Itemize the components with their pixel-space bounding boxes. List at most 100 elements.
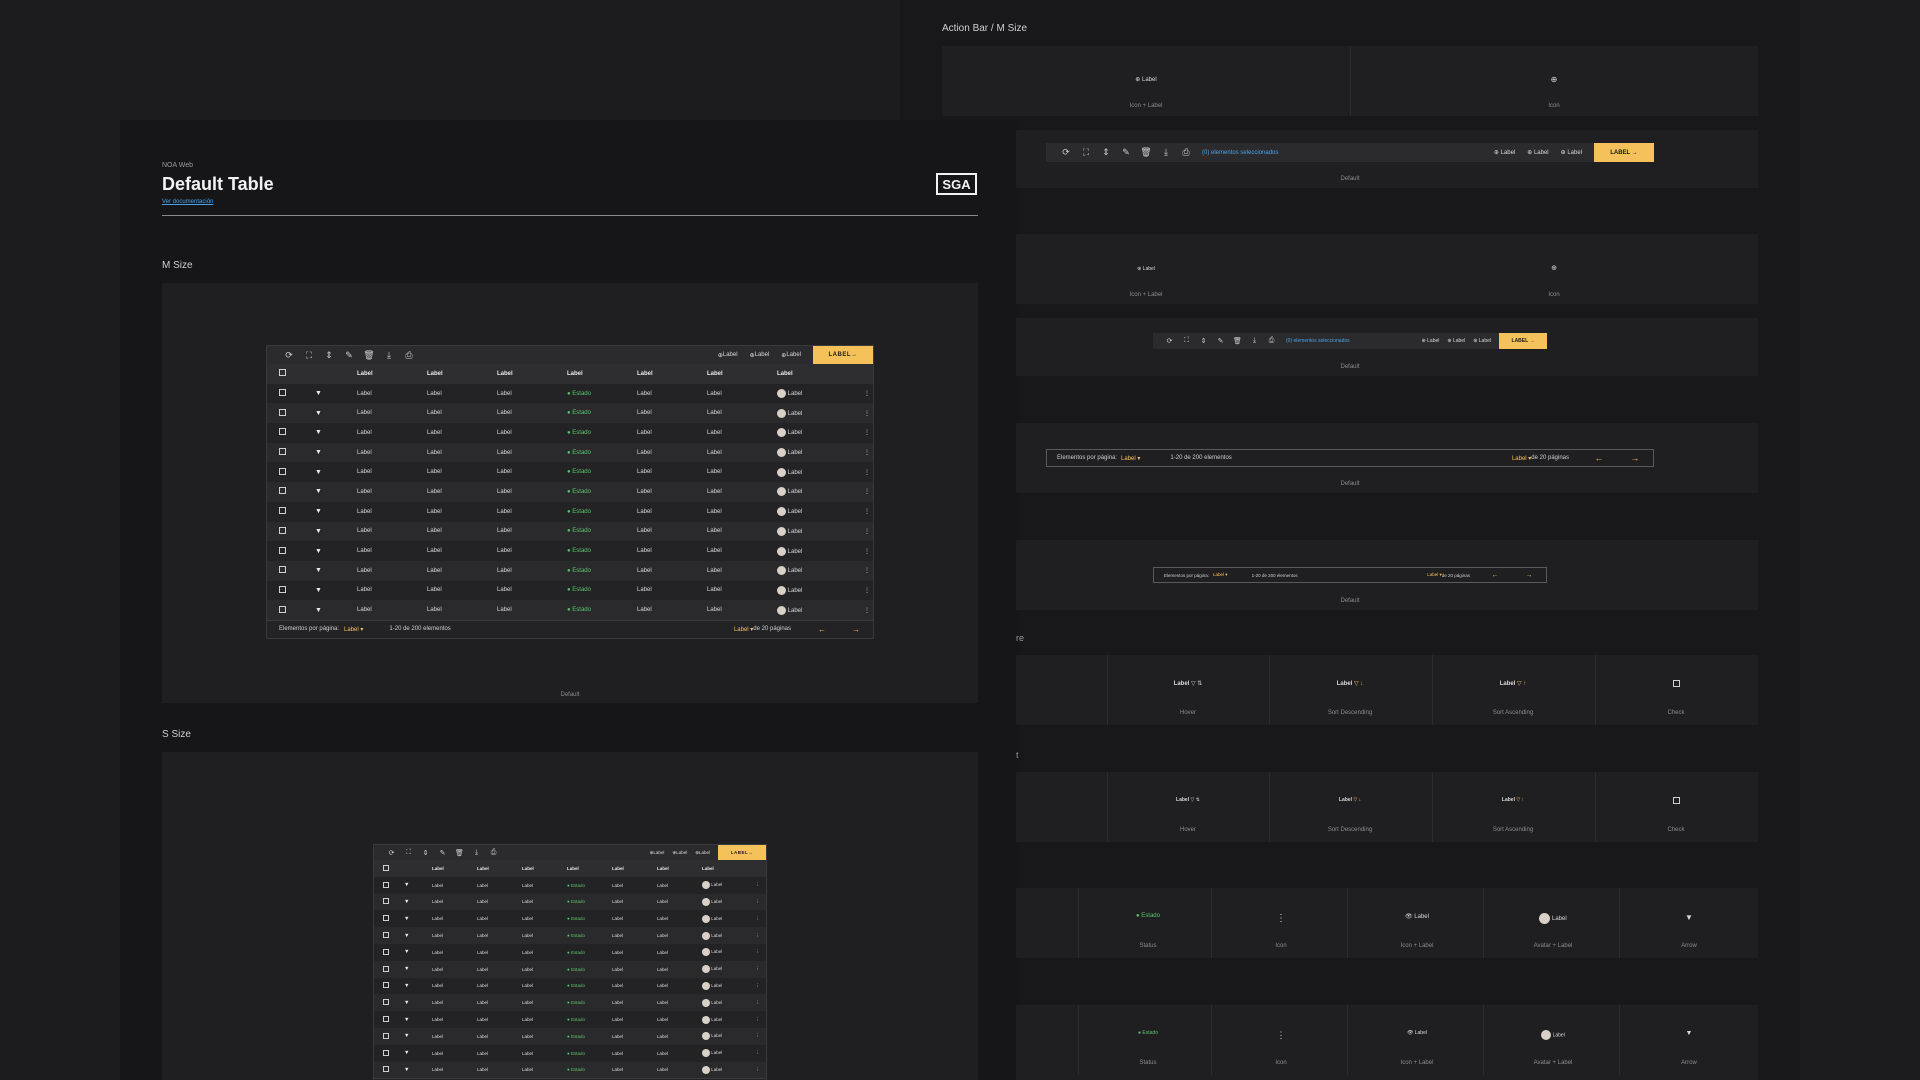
arrow-left-icon[interactable]: ←: [805, 625, 839, 634]
row-checkbox[interactable]: [279, 507, 286, 515]
table-row[interactable]: ▼ Label Label Label ● Estado Label Label Label…: [374, 1044, 766, 1062]
arrow-right-icon[interactable]: →: [839, 625, 873, 634]
cell-state-avatar-label[interactable]: Label: [1493, 1030, 1613, 1040]
header-state-hover[interactable]: Label ▽ ⇅: [1107, 797, 1269, 803]
column-header[interactable]: Label: [427, 371, 497, 377]
row-checkbox[interactable]: [279, 389, 286, 397]
more-vertical-icon[interactable]: ⋮: [752, 1033, 763, 1039]
print-icon[interactable]: ⎙: [1263, 337, 1280, 345]
caret-down-icon[interactable]: ▼: [315, 469, 357, 476]
row-checkbox[interactable]: [383, 1032, 389, 1039]
table-row[interactable]: ▼ Label Label Label ● Estado Label Label Label…: [374, 943, 766, 961]
refresh-icon[interactable]: ⟳: [383, 849, 400, 857]
more-vertical-icon[interactable]: ⋮: [859, 449, 875, 456]
cell-state-arrow[interactable]: ▼: [1629, 1030, 1749, 1037]
table-row[interactable]: ▼ Label Label Label ● Estado Label Label Label…: [374, 910, 766, 928]
print-icon[interactable]: ⎙: [485, 849, 502, 857]
table-row[interactable]: ▼ Label Label Label ● Estado Label Label Label…: [267, 521, 873, 542]
caret-down-icon[interactable]: ▼: [404, 899, 432, 905]
more-vertical-icon[interactable]: ⋮: [752, 1017, 763, 1023]
caret-down-icon[interactable]: ▼: [404, 983, 432, 989]
table-row[interactable]: ▼ Label Label Label ● Estado Label Label Label…: [374, 1061, 766, 1079]
table-row[interactable]: ▼ Label Label Label ● Estado Label Label Label…: [374, 960, 766, 978]
table-row[interactable]: ▼ Label Label Label ● Estado Label Label Label…: [374, 977, 766, 995]
header-state-sort-descending[interactable]: Label ▽ ↓: [1269, 797, 1431, 803]
arrow-left-icon[interactable]: ←: [1478, 572, 1512, 579]
download-icon[interactable]: ⤓: [379, 350, 399, 361]
text-height-icon[interactable]: ⇕: [1096, 147, 1116, 158]
refresh-icon[interactable]: ⟳: [279, 350, 299, 361]
bar-action-button[interactable]: ⊕ Label: [1473, 338, 1491, 344]
more-vertical-icon[interactable]: ⋮: [752, 1000, 763, 1006]
row-checkbox[interactable]: [279, 526, 286, 534]
download-icon[interactable]: ⤓: [1156, 147, 1176, 158]
header-state-check[interactable]: [1595, 680, 1757, 689]
bar-action-button[interactable]: ⊕ Label: [1447, 338, 1465, 344]
cell-state-icon[interactable]: ⋮: [1221, 1030, 1341, 1041]
arrow-left-icon[interactable]: ←: [1581, 453, 1617, 463]
page-select[interactable]: Label ▾: [734, 626, 753, 633]
refresh-icon[interactable]: ⟳: [1056, 147, 1076, 158]
select-all-checkbox[interactable]: [383, 864, 389, 871]
caret-down-icon[interactable]: ▼: [315, 548, 357, 555]
table-row[interactable]: ▼ Label Label Label ● Estado Label Label Label…: [267, 600, 873, 620]
table-row[interactable]: ▼ Label Label Label ● Estado Label Label Label…: [267, 501, 875, 522]
caret-down-icon[interactable]: ▼: [404, 916, 432, 922]
icon-label-variant[interactable]: ⊕ Label: [1096, 76, 1196, 83]
more-vertical-icon[interactable]: ⋮: [859, 587, 875, 594]
more-vertical-icon[interactable]: ⋮: [752, 949, 763, 955]
icon-label-variant-s[interactable]: ⊕ Label: [1096, 266, 1196, 272]
more-vertical-icon[interactable]: ⋮: [752, 983, 763, 989]
more-vertical-icon[interactable]: ⋮: [752, 933, 763, 939]
bar-action-button[interactable]: ⊕ Label: [650, 850, 665, 856]
row-checkbox[interactable]: [383, 1016, 389, 1023]
table-row[interactable]: ▼ Label Label Label ● Estado Label Label Label…: [267, 541, 873, 561]
header-state-sort-ascending[interactable]: Label ▽ ↑: [1432, 680, 1594, 687]
table-row[interactable]: ▼ Label Label Label ● Estado Label Label Label…: [374, 1027, 766, 1045]
expand-icon[interactable]: ⛶: [299, 350, 319, 361]
more-vertical-icon[interactable]: ⋮: [859, 410, 875, 417]
caret-down-icon[interactable]: ▼: [315, 390, 357, 397]
expand-icon[interactable]: ⛶: [400, 849, 417, 857]
edit-icon[interactable]: ✎: [339, 350, 359, 361]
column-header[interactable]: Label: [567, 866, 612, 871]
print-icon[interactable]: ⎙: [399, 350, 419, 361]
more-vertical-icon[interactable]: ⋮: [752, 916, 763, 922]
caret-down-icon[interactable]: ▼: [315, 567, 357, 574]
row-checkbox[interactable]: [279, 566, 286, 574]
header-state-sort-ascending[interactable]: Label ▽ ↑: [1432, 797, 1594, 803]
caret-down-icon[interactable]: ▼: [404, 1017, 432, 1023]
download-icon[interactable]: ⤓: [1246, 337, 1263, 345]
caret-down-icon[interactable]: ▼: [315, 528, 357, 535]
more-vertical-icon[interactable]: ⋮: [859, 508, 875, 515]
row-checkbox[interactable]: [279, 487, 286, 495]
bar-action-button[interactable]: ⊕ Label: [672, 850, 687, 856]
arrow-right-icon[interactable]: →: [1617, 453, 1653, 463]
cell-state-avatar-label[interactable]: Label: [1493, 913, 1613, 924]
expand-icon[interactable]: ⛶: [1178, 337, 1195, 345]
cell-state-icon-label[interactable]: 👁 Label: [1357, 1030, 1477, 1036]
caret-down-icon[interactable]: ▼: [404, 1033, 432, 1039]
column-header[interactable]: Label: [777, 371, 859, 377]
caret-down-icon[interactable]: ▼: [404, 1067, 432, 1073]
row-checkbox[interactable]: [279, 467, 286, 475]
caret-down-icon[interactable]: ▼: [315, 429, 357, 436]
more-vertical-icon[interactable]: ⋮: [859, 469, 875, 476]
row-checkbox[interactable]: [279, 448, 286, 456]
more-vertical-icon[interactable]: ⋮: [859, 567, 875, 574]
more-vertical-icon[interactable]: ⋮: [859, 488, 875, 495]
cell-state-status[interactable]: ● Estado: [1088, 1030, 1208, 1036]
row-checkbox[interactable]: [383, 898, 389, 905]
trash-icon[interactable]: 🗑: [1229, 337, 1246, 345]
primary-action-button[interactable]: LABEL →: [813, 346, 873, 364]
caret-down-icon[interactable]: ▼: [404, 1050, 432, 1056]
row-checkbox[interactable]: [383, 965, 389, 972]
cell-state-icon[interactable]: ⋮: [1221, 913, 1341, 924]
select-all-checkbox[interactable]: [279, 369, 286, 377]
table-row[interactable]: ▼ Label Label Label ● Estado Label Label Label…: [267, 423, 873, 443]
caret-down-icon[interactable]: ▼: [315, 508, 357, 515]
documentation-link[interactable]: Ver documentación: [162, 199, 213, 205]
bar-action-button[interactable]: ⊕ Label: [1422, 338, 1440, 344]
cell-state-arrow[interactable]: ▼: [1629, 913, 1749, 922]
caret-down-icon[interactable]: ▼: [315, 587, 357, 594]
